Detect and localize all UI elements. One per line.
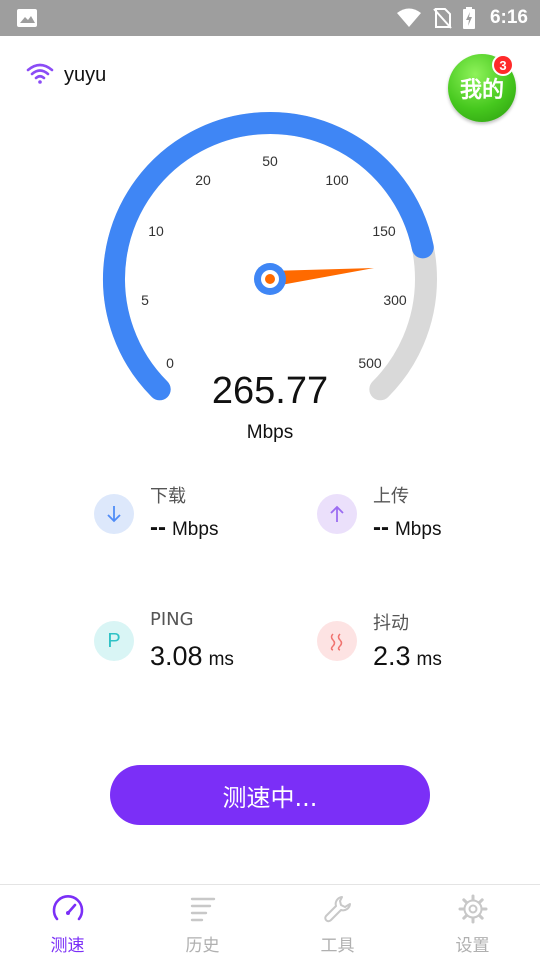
tab-history[interactable]: 历史 xyxy=(135,885,270,961)
wifi-signal-icon xyxy=(396,8,421,27)
jitter-unit: ms xyxy=(416,649,442,670)
network-name: yuyu xyxy=(64,64,107,86)
jitter-wave-icon xyxy=(317,621,357,661)
download-unit: Mbps xyxy=(171,519,219,540)
status-time: 6:16 xyxy=(489,7,528,28)
tab-label: 历史 xyxy=(185,936,220,956)
wifi-icon xyxy=(26,63,54,84)
no-sim-icon xyxy=(433,8,452,29)
tab-speed-test[interactable]: 测速 xyxy=(0,885,135,961)
gear-icon xyxy=(458,894,487,924)
upload-value: -- xyxy=(373,514,389,541)
upload-unit: Mbps xyxy=(394,519,442,540)
tab-label: 设置 xyxy=(455,936,490,956)
ping-icon-letter: P xyxy=(107,629,121,652)
status-bar: 6:16 xyxy=(0,0,540,36)
speedometer-icon xyxy=(52,895,83,921)
bottom-tab-bar: 测速 历史 工具 设置 xyxy=(0,884,540,961)
gauge-tick-label: 0 xyxy=(166,355,174,371)
tab-settings[interactable]: 设置 xyxy=(405,885,540,961)
jitter-label: 抖动 xyxy=(373,613,409,634)
gallery-icon xyxy=(17,9,37,27)
gauge-tick-label: 5 xyxy=(141,292,149,308)
jitter-value-row: 2.3 ms xyxy=(373,641,442,672)
history-list-icon xyxy=(190,897,215,922)
ping-icon: P xyxy=(94,621,134,661)
ping-value: 3.08 xyxy=(150,641,203,671)
download-value: -- xyxy=(150,514,166,541)
testing-button[interactable]: 测速中... xyxy=(110,765,430,825)
download-value-row: -- Mbps xyxy=(150,514,218,542)
tab-tools[interactable]: 工具 xyxy=(270,885,405,961)
tab-label: 测速 xyxy=(50,936,85,956)
speed-unit: Mbps xyxy=(246,422,294,443)
ping-label: PING xyxy=(150,609,194,630)
gauge-tick-label: 150 xyxy=(372,223,396,239)
upload-value-row: -- Mbps xyxy=(373,514,441,542)
gauge-tick-label: 50 xyxy=(262,153,278,169)
gauge-tick-label: 300 xyxy=(383,292,407,308)
tab-label: 工具 xyxy=(320,936,355,956)
upload-arrow-icon xyxy=(317,494,357,534)
upload-label: 上传 xyxy=(373,486,409,507)
download-arrow-icon xyxy=(94,494,134,534)
battery-charging-icon xyxy=(462,7,475,29)
gauge-tick-label: 100 xyxy=(325,172,349,188)
download-label: 下载 xyxy=(150,486,186,507)
gauge-tick-label: 10 xyxy=(148,223,164,239)
speed-value: 265.77 xyxy=(211,370,329,412)
jitter-value: 2.3 xyxy=(373,641,411,671)
gauge-tick-label: 500 xyxy=(358,355,382,371)
wrench-icon xyxy=(323,896,351,923)
notification-badge: 3 xyxy=(492,54,514,76)
ping-value-row: 3.08 ms xyxy=(150,641,234,672)
ping-unit: ms xyxy=(208,649,234,670)
gauge-tick-label: 20 xyxy=(195,172,211,188)
testing-button-label: 测速中... xyxy=(222,783,318,812)
